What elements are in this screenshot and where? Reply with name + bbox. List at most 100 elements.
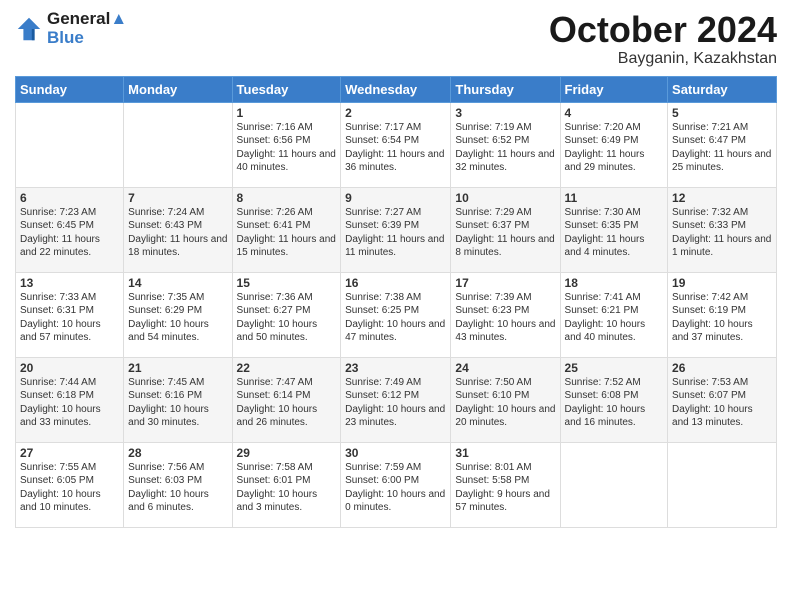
sunrise-text: Sunrise: 7:38 AM — [345, 292, 421, 303]
sunrise-text: Sunrise: 7:53 AM — [672, 377, 748, 388]
daylight-text: Daylight: 11 hours and 25 minutes. — [672, 149, 771, 174]
day-number: 29 — [237, 446, 337, 460]
logo-text: General▲ Blue — [47, 10, 127, 47]
col-thursday: Thursday — [451, 76, 560, 102]
calendar-cell: 10 Sunrise: 7:29 AM Sunset: 6:37 PM Dayl… — [451, 187, 560, 272]
daylight-text: Daylight: 10 hours and 13 minutes. — [672, 404, 753, 429]
sunrise-text: Sunrise: 7:55 AM — [20, 462, 96, 473]
sunrise-text: Sunrise: 7:21 AM — [672, 122, 748, 133]
daylight-text: Daylight: 10 hours and 40 minutes. — [565, 319, 646, 344]
calendar-cell: 8 Sunrise: 7:26 AM Sunset: 6:41 PM Dayli… — [232, 187, 341, 272]
daylight-text: Daylight: 11 hours and 11 minutes. — [345, 234, 444, 259]
sunset-text: Sunset: 6:54 PM — [345, 135, 419, 146]
sunset-text: Sunset: 6:05 PM — [20, 475, 94, 486]
calendar-cell: 17 Sunrise: 7:39 AM Sunset: 6:23 PM Dayl… — [451, 272, 560, 357]
sunset-text: Sunset: 6:47 PM — [672, 135, 746, 146]
calendar-cell: 6 Sunrise: 7:23 AM Sunset: 6:45 PM Dayli… — [16, 187, 124, 272]
sunrise-text: Sunrise: 7:27 AM — [345, 207, 421, 218]
sunrise-text: Sunrise: 7:19 AM — [455, 122, 531, 133]
sunrise-text: Sunrise: 7:56 AM — [128, 462, 204, 473]
calendar-week-2: 6 Sunrise: 7:23 AM Sunset: 6:45 PM Dayli… — [16, 187, 777, 272]
calendar-cell: 13 Sunrise: 7:33 AM Sunset: 6:31 PM Dayl… — [16, 272, 124, 357]
day-number: 17 — [455, 276, 555, 290]
day-number: 20 — [20, 361, 119, 375]
calendar-cell: 14 Sunrise: 7:35 AM Sunset: 6:29 PM Dayl… — [124, 272, 232, 357]
sunrise-text: Sunrise: 7:26 AM — [237, 207, 313, 218]
calendar-cell: 12 Sunrise: 7:32 AM Sunset: 6:33 PM Dayl… — [668, 187, 777, 272]
sunset-text: Sunset: 6:12 PM — [345, 390, 419, 401]
sunset-text: Sunset: 6:03 PM — [128, 475, 202, 486]
calendar-cell: 25 Sunrise: 7:52 AM Sunset: 6:08 PM Dayl… — [560, 357, 668, 442]
daylight-text: Daylight: 10 hours and 6 minutes. — [128, 489, 209, 514]
sunset-text: Sunset: 6:14 PM — [237, 390, 311, 401]
sunrise-text: Sunrise: 7:59 AM — [345, 462, 421, 473]
logo-icon — [15, 15, 43, 43]
day-number: 25 — [565, 361, 664, 375]
sunrise-text: Sunrise: 7:30 AM — [565, 207, 641, 218]
calendar-cell: 21 Sunrise: 7:45 AM Sunset: 6:16 PM Dayl… — [124, 357, 232, 442]
day-number: 24 — [455, 361, 555, 375]
daylight-text: Daylight: 11 hours and 29 minutes. — [565, 149, 645, 174]
day-number: 3 — [455, 106, 555, 120]
sunrise-text: Sunrise: 7:45 AM — [128, 377, 204, 388]
calendar-week-4: 20 Sunrise: 7:44 AM Sunset: 6:18 PM Dayl… — [16, 357, 777, 442]
col-tuesday: Tuesday — [232, 76, 341, 102]
sunset-text: Sunset: 6:45 PM — [20, 220, 94, 231]
sunrise-text: Sunrise: 7:33 AM — [20, 292, 96, 303]
calendar-cell — [16, 102, 124, 187]
calendar-week-5: 27 Sunrise: 7:55 AM Sunset: 6:05 PM Dayl… — [16, 442, 777, 527]
calendar-header-row: Sunday Monday Tuesday Wednesday Thursday… — [16, 76, 777, 102]
daylight-text: Daylight: 10 hours and 16 minutes. — [565, 404, 646, 429]
sunset-text: Sunset: 6:19 PM — [672, 305, 746, 316]
daylight-text: Daylight: 10 hours and 57 minutes. — [20, 319, 101, 344]
sunset-text: Sunset: 6:49 PM — [565, 135, 639, 146]
daylight-text: Daylight: 10 hours and 37 minutes. — [672, 319, 753, 344]
calendar-cell: 24 Sunrise: 7:50 AM Sunset: 6:10 PM Dayl… — [451, 357, 560, 442]
day-number: 11 — [565, 191, 664, 205]
sunrise-text: Sunrise: 7:20 AM — [565, 122, 641, 133]
sunrise-text: Sunrise: 7:39 AM — [455, 292, 531, 303]
day-number: 23 — [345, 361, 446, 375]
day-number: 8 — [237, 191, 337, 205]
day-number: 26 — [672, 361, 772, 375]
sunrise-text: Sunrise: 7:17 AM — [345, 122, 421, 133]
daylight-text: Daylight: 11 hours and 1 minute. — [672, 234, 771, 259]
daylight-text: Daylight: 10 hours and 43 minutes. — [455, 319, 555, 344]
sunset-text: Sunset: 6:25 PM — [345, 305, 419, 316]
day-number: 9 — [345, 191, 446, 205]
day-number: 30 — [345, 446, 446, 460]
sunset-text: Sunset: 6:33 PM — [672, 220, 746, 231]
calendar-cell — [560, 442, 668, 527]
sunset-text: Sunset: 6:41 PM — [237, 220, 311, 231]
sunset-text: Sunset: 6:18 PM — [20, 390, 94, 401]
col-monday: Monday — [124, 76, 232, 102]
day-number: 2 — [345, 106, 446, 120]
sunrise-text: Sunrise: 7:24 AM — [128, 207, 204, 218]
calendar-cell: 4 Sunrise: 7:20 AM Sunset: 6:49 PM Dayli… — [560, 102, 668, 187]
day-number: 4 — [565, 106, 664, 120]
day-number: 7 — [128, 191, 227, 205]
logo: General▲ Blue — [15, 10, 127, 47]
sunset-text: Sunset: 6:21 PM — [565, 305, 639, 316]
daylight-text: Daylight: 11 hours and 22 minutes. — [20, 234, 100, 259]
calendar-cell: 19 Sunrise: 7:42 AM Sunset: 6:19 PM Dayl… — [668, 272, 777, 357]
calendar-cell: 28 Sunrise: 7:56 AM Sunset: 6:03 PM Dayl… — [124, 442, 232, 527]
calendar-cell: 5 Sunrise: 7:21 AM Sunset: 6:47 PM Dayli… — [668, 102, 777, 187]
calendar-week-1: 1 Sunrise: 7:16 AM Sunset: 6:56 PM Dayli… — [16, 102, 777, 187]
sunrise-text: Sunrise: 7:49 AM — [345, 377, 421, 388]
sunrise-text: Sunrise: 7:42 AM — [672, 292, 748, 303]
calendar-cell — [668, 442, 777, 527]
sunrise-text: Sunrise: 7:41 AM — [565, 292, 641, 303]
sunset-text: Sunset: 6:37 PM — [455, 220, 529, 231]
sunrise-text: Sunrise: 7:50 AM — [455, 377, 531, 388]
daylight-text: Daylight: 10 hours and 3 minutes. — [237, 489, 318, 514]
calendar-cell: 20 Sunrise: 7:44 AM Sunset: 6:18 PM Dayl… — [16, 357, 124, 442]
day-number: 14 — [128, 276, 227, 290]
day-number: 28 — [128, 446, 227, 460]
sunset-text: Sunset: 6:31 PM — [20, 305, 94, 316]
calendar-cell: 9 Sunrise: 7:27 AM Sunset: 6:39 PM Dayli… — [341, 187, 451, 272]
sunset-text: Sunset: 6:52 PM — [455, 135, 529, 146]
day-number: 31 — [455, 446, 555, 460]
daylight-text: Daylight: 11 hours and 4 minutes. — [565, 234, 645, 259]
sunrise-text: Sunrise: 7:58 AM — [237, 462, 313, 473]
